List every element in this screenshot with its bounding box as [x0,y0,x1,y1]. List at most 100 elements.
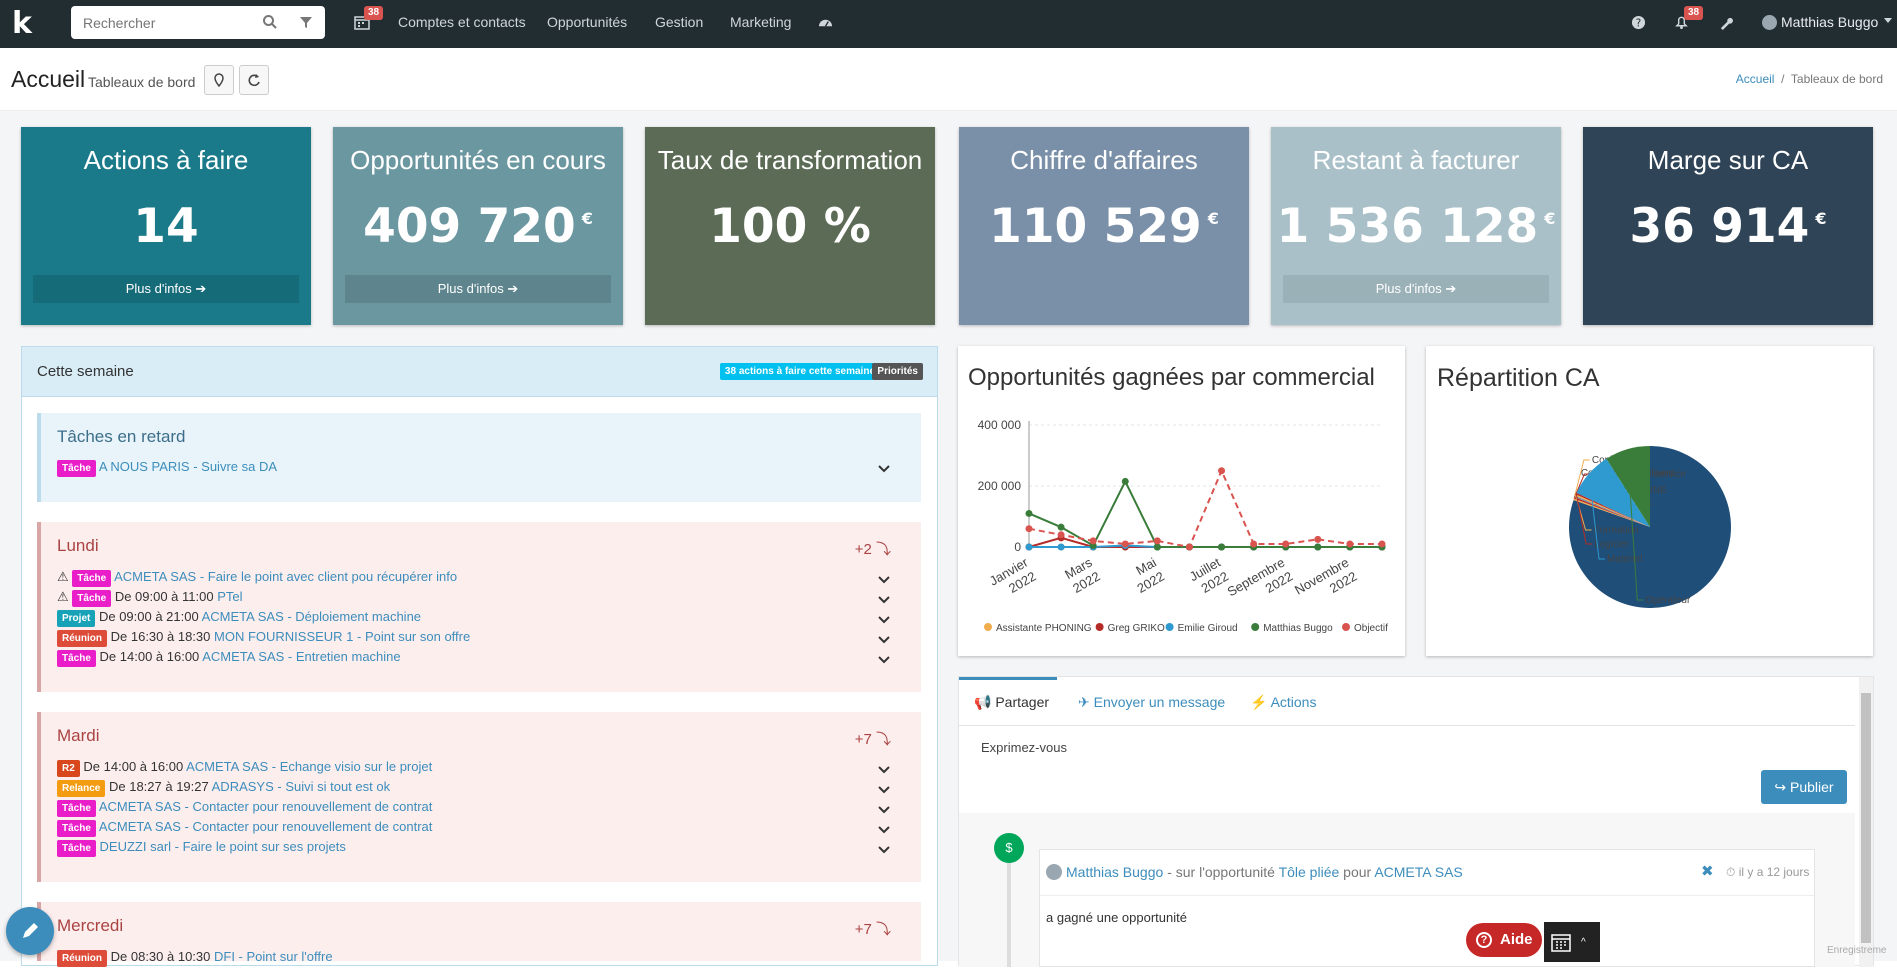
task-link[interactable]: ACMETA SAS - Echange visio sur le projet [186,759,432,774]
x-tick-label: Mars2022 [1062,554,1103,596]
page-subtitle: Tableaux de bord [88,74,196,90]
task-link[interactable]: ADRASYS - Suivi si tout est ok [212,779,390,794]
chevron-down-icon[interactable] [877,652,891,666]
y-tick-label: 200 000 [978,479,1022,493]
priorities-badge[interactable]: Priorités [872,363,923,380]
data-point [1153,537,1161,545]
task-link[interactable]: ACMETA SAS - Faire le point avec client … [114,569,457,584]
post-author[interactable]: Matthias Buggo [1066,864,1163,880]
post-input[interactable]: Exprimez-vous [981,740,1067,755]
map-marker-icon [214,73,224,87]
calendar-toggle-button[interactable]: ^ [1544,922,1600,962]
tab-partager[interactable]: 📢 Partager [974,694,1049,711]
chevron-down-icon[interactable] [877,762,891,776]
data-point [1057,543,1065,551]
close-icon[interactable]: ✖ [1701,862,1714,880]
chevron-down-icon[interactable] [877,782,891,796]
task-link[interactable]: DEUZZI sarl - Faire le point sur ses pro… [100,839,346,854]
task-label: Tâche [72,570,112,587]
pencil-icon [23,923,38,938]
more-info-link[interactable]: Plus d'infos ➔ [33,275,299,303]
late-tasks-title: Tâches en retard [57,427,186,446]
data-point [1025,509,1033,517]
filter-icon[interactable] [298,14,314,30]
list-item: ⚠ Tâche ACMETA SAS - Faire le point avec… [57,569,457,589]
chart-card-repartition: Répartition CA Consommable diversCopieur… [1426,346,1873,656]
task-link[interactable]: ACMETA SAS - Entretien machine [202,649,400,664]
scrollbar-thumb[interactable] [1861,693,1871,943]
chevron-down-icon[interactable] [877,842,891,856]
task-link[interactable]: MON FOURNISSEUR 1 - Point sur son offre [214,629,470,644]
data-point [1250,540,1258,548]
pie-label: Matériel [1607,554,1643,565]
app-logo[interactable]: k [12,8,42,40]
task-link[interactable]: ACMETA SAS - Contacter pour renouvelleme… [99,799,433,814]
tab-envoyer-message[interactable]: ✈ Envoyer un message [1078,694,1225,711]
publish-button[interactable]: ↪ Publier [1761,770,1847,804]
list-item: ⚠ Tâche De 09:00 à 11:00 PTel [57,589,243,609]
task-label: Réunion [57,630,107,647]
task-link[interactable]: PTel [217,589,242,604]
chevron-down-icon[interactable] [877,632,891,646]
help-button[interactable]: ? Aide [1466,923,1542,957]
kpi-chiffre-affaires: Chiffre d'affaires 110 529 € [959,127,1249,325]
task-time: De 14:00 à 16:00 [99,649,200,664]
task-label: Relance [57,780,106,797]
task-link[interactable]: DFI - Point sur l'offre [214,949,333,964]
tab-actions[interactable]: ⚡ Actions [1250,694,1316,711]
day-mercredi: Mercredi +7 ⤵ Réunion De 08:30 à 10:30 D… [37,902,921,967]
chevron-down-icon[interactable] [877,572,891,586]
edit-fab-button[interactable] [6,907,54,955]
caret-down-icon[interactable] [1884,18,1892,23]
dashboard-icon[interactable] [818,15,833,30]
post-opportunity-link[interactable]: Tôle pliée [1279,864,1340,880]
day-lundi: Lundi +2 ⤵ ⚠ Tâche ACMETA SAS - Faire le… [37,522,921,692]
data-point [1314,535,1322,543]
help-icon[interactable]: ? [1631,15,1646,30]
search-icon[interactable] [262,14,278,30]
chevron-down-icon[interactable] [877,822,891,836]
post-header: Matthias Buggo - sur l'opportunité Tôle … [1066,864,1463,880]
pin-button[interactable] [204,65,234,95]
data-point [1089,537,1097,545]
refresh-button[interactable] [239,65,269,95]
chevron-down-icon[interactable] [877,592,891,606]
search-input[interactable] [71,14,251,31]
nav-gestion[interactable]: Gestion [655,14,703,30]
kpi-value: 100 % [709,199,871,254]
task-time: De 09:00 à 21:00 [98,609,199,624]
nav-marketing[interactable]: Marketing [730,14,791,30]
nav-comptes[interactable]: Comptes et contacts [398,14,526,30]
more-count[interactable]: +2 ⤵ [855,538,891,559]
scrollbar[interactable] [1859,677,1873,967]
post-company-link[interactable]: ACMETA SAS [1374,864,1462,880]
more-info-link[interactable]: Plus d'infos ➔ [345,275,611,303]
task-link[interactable]: ACMETA SAS - Déploiement machine [202,609,421,624]
breadcrumb-home[interactable]: Accueil [1736,72,1775,86]
actions-count-badge[interactable]: 38 actions à faire cette semaine [719,363,880,380]
more-count[interactable]: +7 ⤵ [855,918,891,939]
x-tick-label: Mai2022 [1126,555,1167,596]
nav-opportunites[interactable]: Opportunités [547,14,627,30]
data-point [1057,523,1065,531]
chevron-down-icon[interactable] [877,461,891,475]
legend-label: Matthias Buggo [1263,623,1333,634]
avatar[interactable] [1762,15,1777,30]
task-link[interactable]: A NOUS PARIS - Suivre sa DA [99,459,277,474]
money-icon: $ [994,833,1024,863]
wrench-icon[interactable] [1719,15,1734,30]
more-count[interactable]: +7 ⤵ [855,728,891,749]
chevron-down-icon[interactable] [877,802,891,816]
user-menu[interactable]: Matthias Buggo [1781,14,1878,30]
task-link[interactable]: ACMETA SAS - Contacter pour renouvelleme… [99,819,433,834]
more-info-link[interactable]: Plus d'infos ➔ [1283,275,1549,303]
x-tick-label: Juillet2022 [1187,554,1232,598]
chevron-down-icon[interactable] [877,612,891,626]
search-box[interactable] [71,6,325,39]
chart-card-opportunites: Opportunités gagnées par commercial 0 200… [958,346,1405,656]
day-title: Mardi [57,726,100,745]
tab-divider [959,725,1855,726]
data-point [1153,543,1161,551]
list-item: R2 De 14:00 à 16:00 ACMETA SAS - Echange… [57,759,432,779]
list-item: Relance De 18:27 à 19:27 ADRASYS - Suivi… [57,779,390,799]
